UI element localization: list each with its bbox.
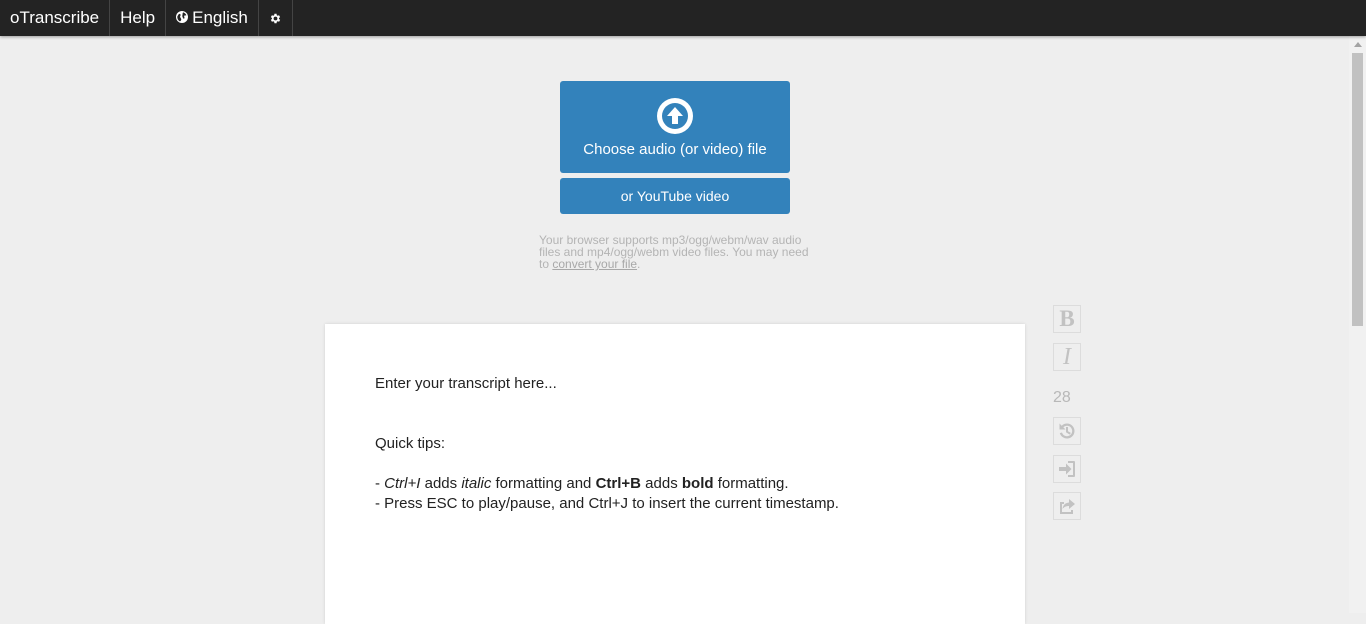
bold-word: bold (681, 475, 714, 492)
language-menu[interactable]: English (166, 0, 259, 36)
tips-heading: Quick tips: (375, 435, 446, 452)
word-count: 28 (1053, 389, 1071, 406)
tip-suffix: formatting. (713, 475, 789, 492)
sign-in-icon (1057, 459, 1077, 479)
history-button[interactable] (1053, 417, 1081, 445)
browser-support-note: Your browser supports mp3/ogg/webm/wav a… (539, 234, 819, 270)
tip-adds: adds (420, 475, 462, 492)
gear-icon (269, 12, 282, 25)
share-icon (1057, 496, 1077, 516)
import-button[interactable] (1053, 455, 1081, 483)
convert-file-link[interactable]: convert your file (552, 257, 637, 271)
settings-button[interactable] (259, 0, 293, 36)
tip-prefix: - (375, 475, 385, 492)
transcript-editor[interactable]: Enter your transcript here... Quick tips… (325, 324, 1025, 624)
language-label: English (192, 8, 248, 27)
brand-link[interactable]: oTranscribe (0, 0, 111, 36)
choose-file-button[interactable]: Choose audio (or video) file (560, 81, 790, 173)
editor-placeholder: Enter your transcript here... (375, 375, 557, 392)
upload-icon (657, 98, 693, 134)
choose-file-label: Choose audio (or video) file (583, 141, 767, 158)
italic-button[interactable]: I (1053, 343, 1081, 371)
tip-adds-2: adds (641, 475, 682, 492)
italic-word: italic (461, 475, 492, 492)
scroll-thumb[interactable] (1352, 53, 1363, 326)
top-navbar: oTranscribe Help English (0, 0, 1366, 36)
tip-middle: formatting and (491, 475, 596, 492)
scroll-up-arrow[interactable] (1349, 36, 1366, 53)
ctrl-i-shortcut: Ctrl+I (384, 475, 421, 492)
tip-playback: - Press ESC to play/pause, and Ctrl+J to… (375, 495, 839, 512)
tip-formatting: - Ctrl+I adds italic formatting and Ctrl… (375, 475, 789, 492)
history-icon (1057, 421, 1077, 441)
youtube-button[interactable]: or YouTube video (560, 178, 790, 214)
support-text-end: . (637, 257, 641, 271)
bold-button[interactable]: B (1053, 305, 1081, 333)
export-button[interactable] (1053, 492, 1081, 520)
page-scrollbar[interactable] (1349, 36, 1366, 613)
globe-icon (176, 10, 189, 26)
help-menu[interactable]: Help (110, 0, 167, 36)
ctrl-b-shortcut: Ctrl+B (595, 475, 641, 492)
